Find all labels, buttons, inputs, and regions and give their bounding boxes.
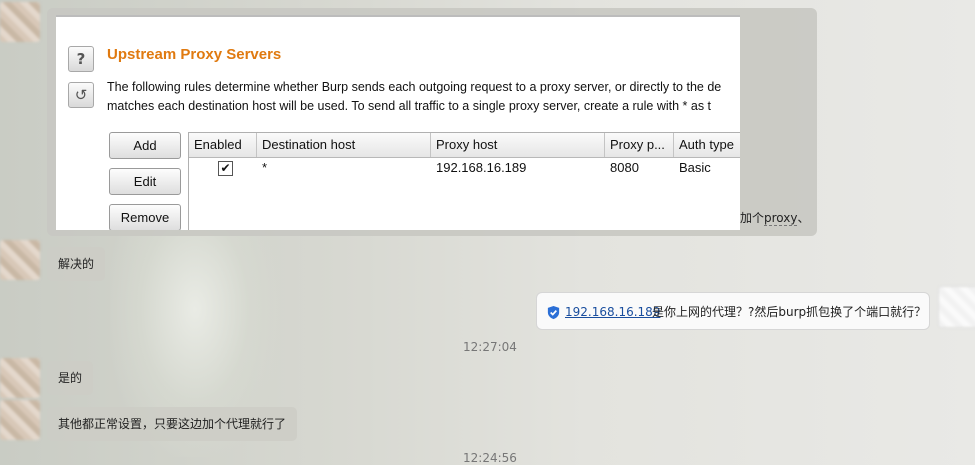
proxy-port-cell: 8080 — [610, 160, 639, 175]
column-auth-type[interactable]: Auth type — [674, 133, 740, 157]
tail-prefix: 加个 — [740, 211, 765, 225]
tail-proxy-word[interactable]: proxy — [764, 211, 798, 226]
column-enabled[interactable]: Enabled — [189, 133, 257, 157]
message-left-2[interactable]: 是的 — [47, 361, 94, 395]
description-line-1: The following rules determine whether Bu… — [107, 80, 722, 94]
panel-title: Upstream Proxy Servers — [107, 46, 282, 63]
column-destination-host[interactable]: Destination host — [257, 133, 431, 157]
column-proxy-host[interactable]: Proxy host — [431, 133, 605, 157]
add-button[interactable]: Add — [109, 132, 181, 159]
timestamp-2: 12:24:56 — [463, 451, 517, 465]
message-right[interactable]: 192.168.16.189 是你上网的代理？?然后burp抓包换了个端口就行？ — [536, 292, 930, 330]
enabled-cell: ✔ — [189, 157, 257, 179]
avatar-left-1[interactable] — [0, 2, 40, 42]
avatar-left-3[interactable] — [0, 358, 40, 398]
tail-suffix: 、 — [797, 211, 810, 225]
burp-upstream-proxy-panel: ? ↺ Upstream Proxy Servers The following… — [56, 15, 740, 230]
avatar-right[interactable] — [938, 286, 975, 328]
destination-host-cell: * — [262, 160, 268, 175]
panel-description: The following rules determine whether Bu… — [107, 78, 740, 116]
proxy-host-cell: 192.168.16.189 — [436, 160, 527, 175]
remove-button[interactable]: Remove — [109, 204, 181, 230]
avatar-left-4[interactable] — [0, 400, 40, 440]
column-proxy-port[interactable]: Proxy p... — [605, 133, 674, 157]
bubble-tail-text: 加个proxy、 — [740, 209, 810, 226]
ip-link[interactable]: 192.168.16.189 — [565, 293, 660, 331]
edit-button[interactable]: Edit — [109, 168, 181, 195]
timestamp-1: 12:27:04 — [463, 340, 517, 354]
table-header: Enabled Destination host Proxy host Prox… — [189, 133, 740, 158]
upstream-proxy-table: Enabled Destination host Proxy host Prox… — [188, 132, 740, 230]
auth-type-cell: Basic — [679, 160, 711, 175]
avatar-left-2[interactable] — [0, 240, 40, 280]
message-left-1[interactable]: 解决的 — [47, 247, 106, 281]
message-right-text: 是你上网的代理？?然后burp抓包换了个端口就行？ — [652, 305, 927, 319]
help-icon[interactable]: ? — [68, 46, 94, 72]
refresh-icon[interactable]: ↺ — [68, 82, 94, 108]
description-line-2: matches each destination host will be us… — [107, 99, 712, 113]
message-left-3[interactable]: 其他都正常设置，只要这边加个代理就行了 — [47, 407, 298, 441]
shield-check-icon — [547, 305, 560, 320]
enabled-checkbox[interactable]: ✔ — [218, 161, 233, 176]
